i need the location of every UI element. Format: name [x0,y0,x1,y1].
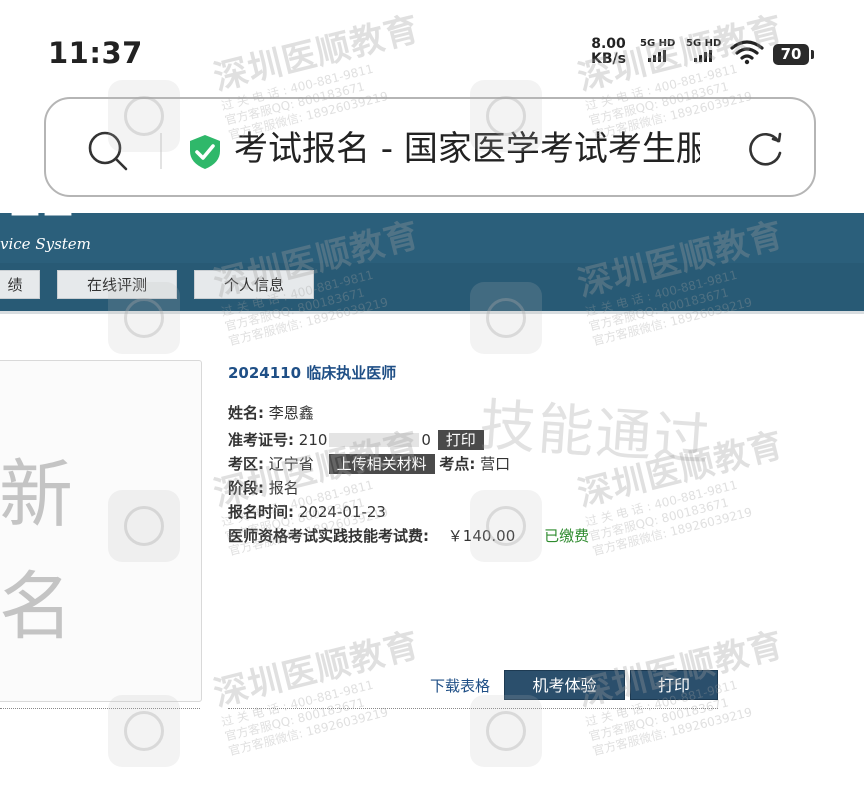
watermark-qq: 官方客服QQ: 800183671 [223,695,367,744]
watermark-brand: 深圳医顺教育 [209,624,424,715]
print-ticket-button[interactable]: 打印 [437,430,484,450]
shield-check-icon[interactable] [186,133,224,175]
nav-item-scores[interactable]: 绩 [0,270,40,299]
watermark-phone: 过 关 电 话 : 400-881-9811 [219,677,375,730]
watermark-qq: 官方客服QQ: 800183671 [587,495,731,544]
status-bar: 11:37 8.00 KB/s 5G HD 5G HD 70 [0,0,864,90]
exam-title: 2024110 临床执业医师 [228,364,397,382]
watermark-wechat: 官方客服微信: 18926039219 [591,705,754,759]
sim2-label: 5G HD [686,38,722,49]
fee-status-badge: 已缴费 [544,527,590,545]
sim2-signal: 5G HD [686,38,721,62]
name-label: 姓名: [228,404,264,422]
address-divider [160,133,162,169]
upload-materials-button[interactable]: 上传相关材料 [328,454,435,474]
fee-label: 医师资格考试实践技能考试费: [228,527,429,545]
region-label: 考区: [228,455,264,473]
download-form-link[interactable]: 下载表格 [430,675,490,696]
machine-test-button[interactable]: 机考体验 [504,670,625,700]
redacted-block [329,432,420,447]
ticket-suffix: 0 [421,431,431,449]
network-speed-unit: KB/s [591,51,626,67]
ticket-label: 准考证号: [228,431,294,449]
battery-icon: 70 [773,44,814,65]
site-header: —— vice System [0,213,864,263]
site-title-cropped: —— [10,213,76,230]
site-label: 考点: [439,455,476,473]
search-icon[interactable] [86,129,130,177]
photo-placeholder-text: 新 名 [0,439,73,663]
nav-shadow [0,311,864,314]
wifi-icon [730,39,764,69]
photo-text-line2: 名 [0,564,73,650]
status-time: 11:37 [48,36,143,70]
divider-left [0,708,200,709]
watermark-wechat: 官方客服微信: 18926039219 [591,505,754,559]
photo-text-line1: 新 [0,452,73,538]
site-subtitle: vice System [0,235,91,253]
network-speed: 8.00 KB/s [591,37,626,67]
watermark-logo [108,695,180,767]
ticket-prefix: 210 [298,431,328,449]
network-speed-value: 8.00 [591,36,626,52]
photo-placeholder: 新 名 [0,360,202,702]
watermark-skill-text: 技能通过 [477,392,714,475]
nav-item-profile[interactable]: 个人信息 [194,270,314,299]
watermark: 深圳医顺教育 过 关 电 话 : 400-881-9811 官方客服QQ: 80… [208,617,435,759]
date-label: 报名时间: [228,503,294,521]
nav-item-online-test[interactable]: 在线评测 [57,270,177,299]
print-button[interactable]: 打印 [630,670,718,700]
reload-icon[interactable] [744,129,786,175]
stage-row: 阶段: 报名 [228,477,299,499]
divider-right [228,708,718,709]
ticket-row: 准考证号: 210 0 打印 [228,429,484,451]
region-value: 辽宁省 [268,455,314,473]
date-row: 报名时间: 2024-01-23 [228,501,386,523]
signal-bars-icon [648,50,675,62]
stage-value: 报名 [268,479,299,497]
address-bar[interactable]: 考试报名 - 国家医学考试考生服务 [44,97,816,197]
watermark-wechat: 官方客服微信: 18926039219 [227,705,390,759]
name-row: 姓名: 李恩鑫 [228,402,314,424]
name-value: 李恩鑫 [268,404,314,422]
sim1-signal: 5G HD [640,38,675,62]
address-text[interactable]: 考试报名 - 国家医学考试考生服务 [234,124,700,174]
stage-label: 阶段: [228,479,264,497]
fee-row: 医师资格考试实践技能考试费: ￥140.00 已缴费 [228,525,589,547]
watermark-logo [470,695,542,767]
signal-bars-icon [694,50,721,62]
sim1-label: 5G HD [640,38,676,49]
fee-value: ￥140.00 [447,527,516,545]
region-row: 考区: 辽宁省 上传相关材料 考点: 营口 [228,453,510,475]
site-nav: 绩 在线评测 个人信息 [0,263,864,311]
date-value: 2024-01-23 [298,503,386,521]
